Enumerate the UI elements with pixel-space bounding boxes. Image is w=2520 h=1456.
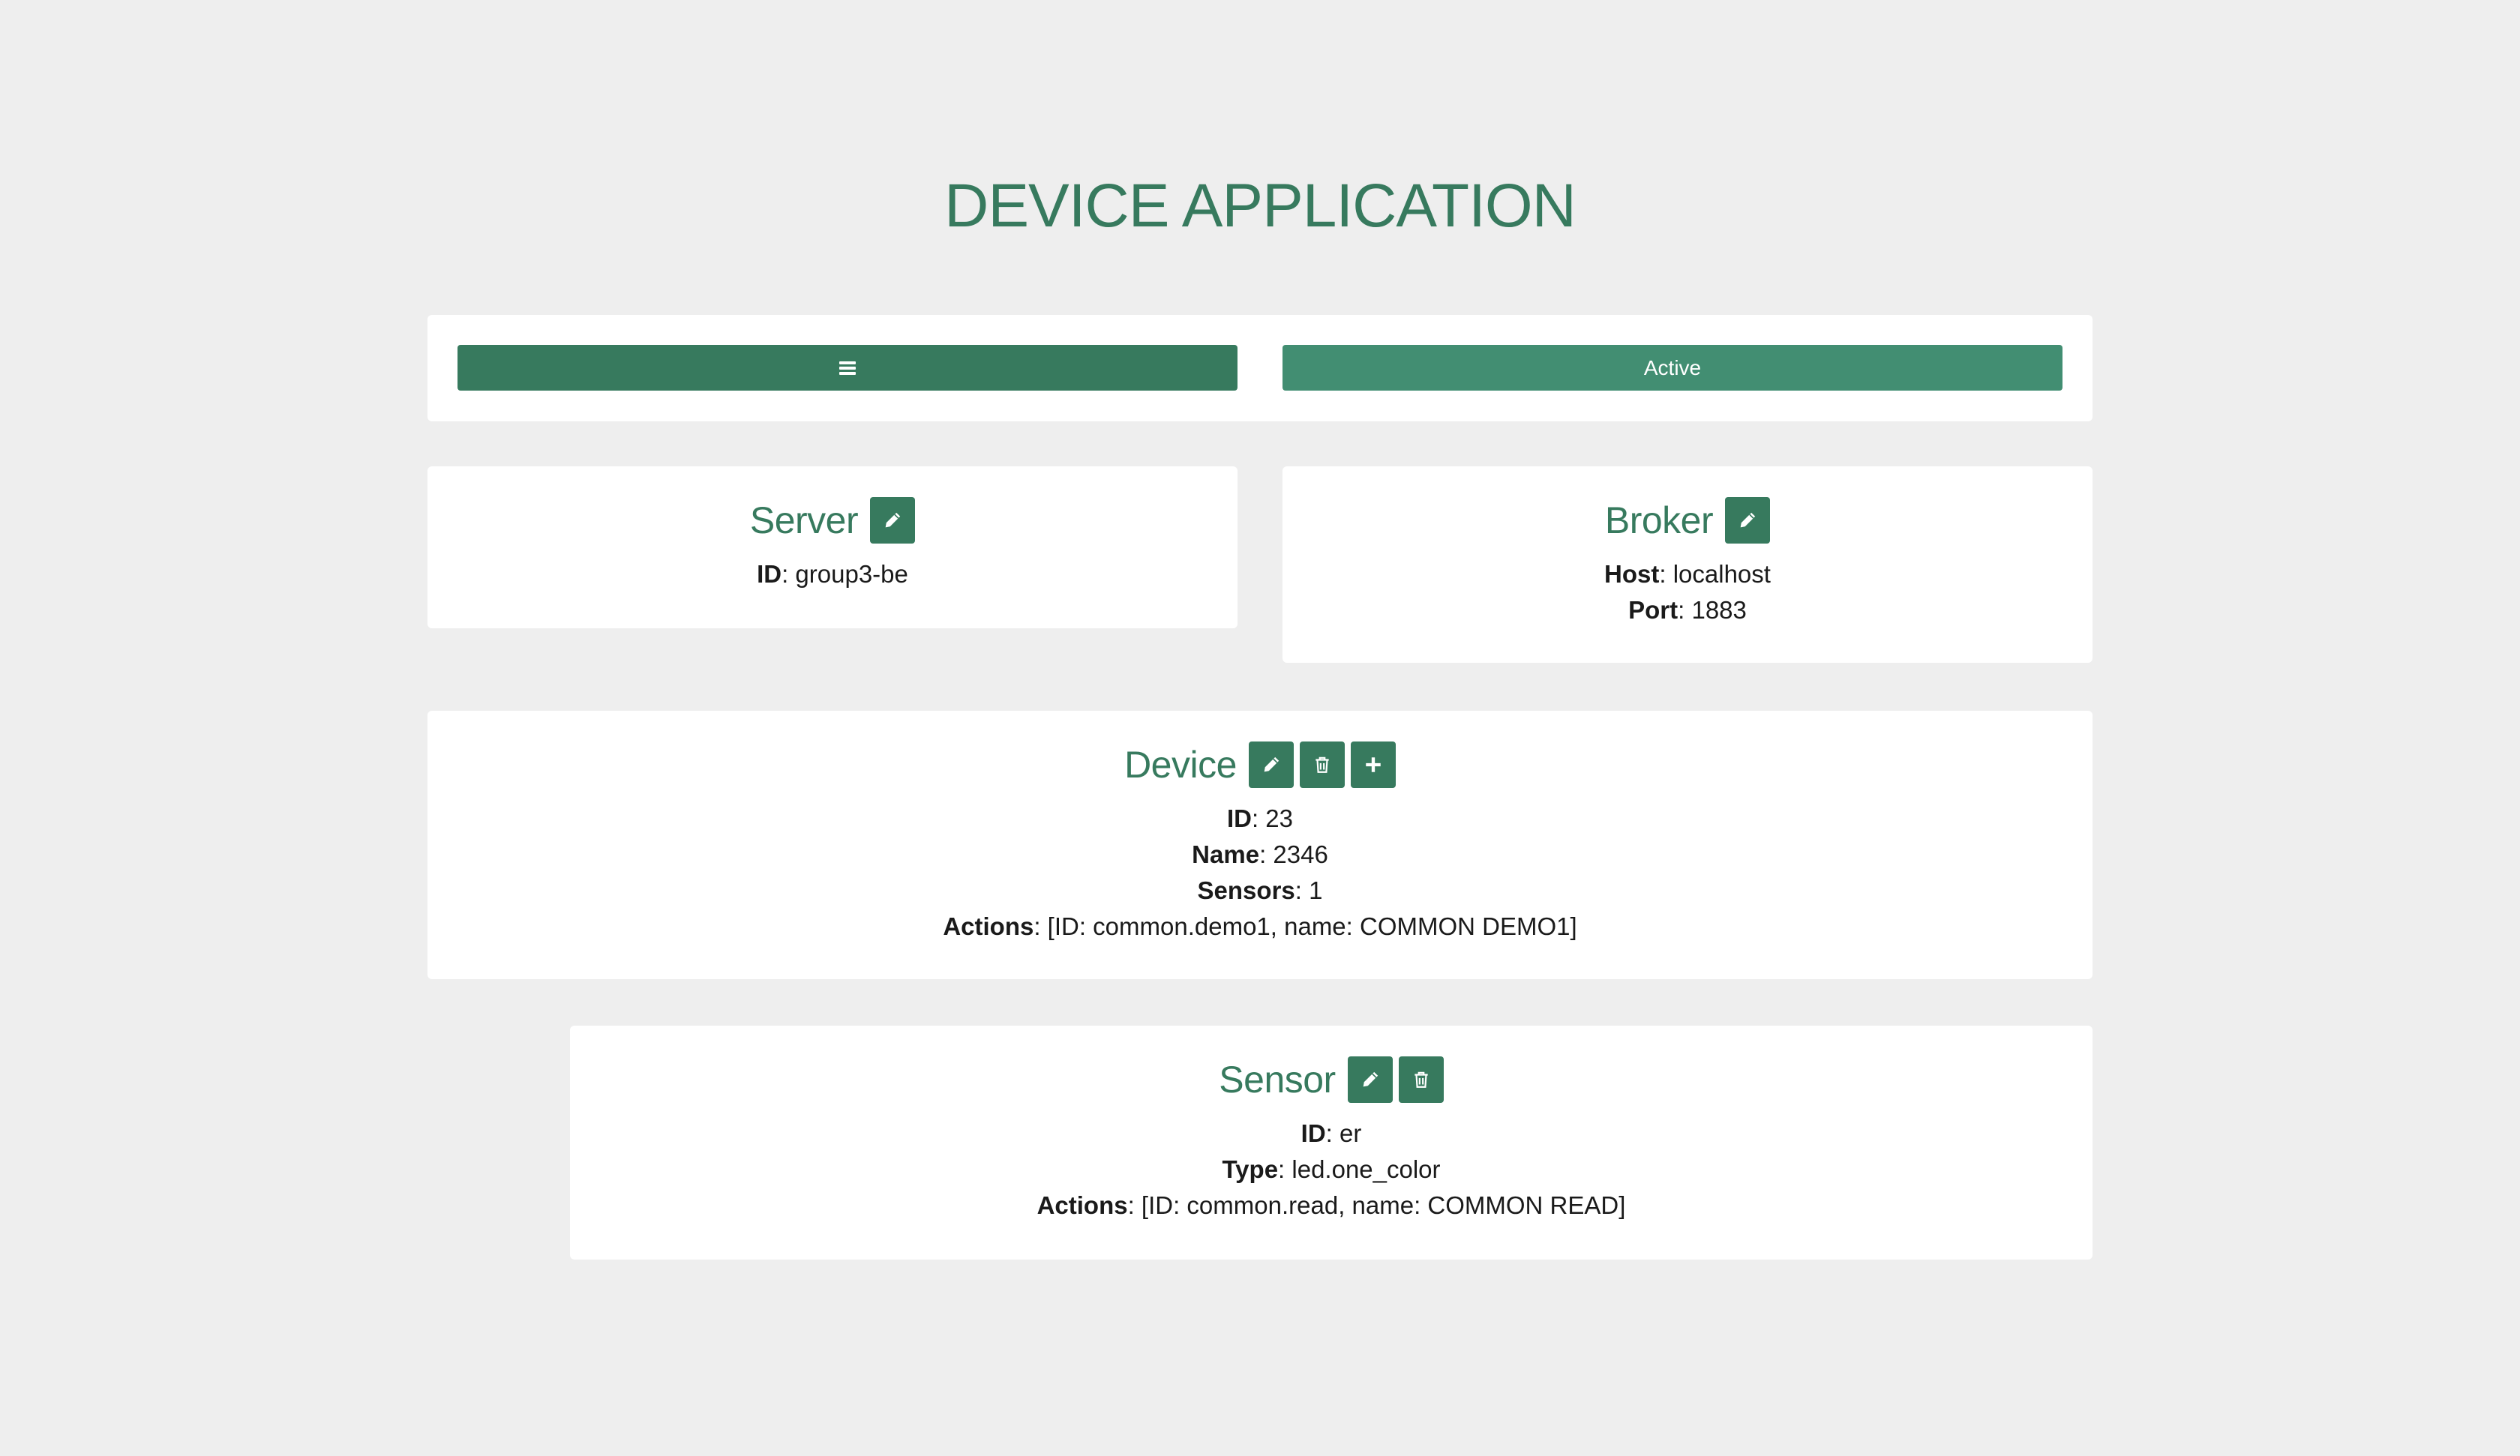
trash-icon [1414,1071,1428,1088]
server-card: Server ID: group3-be [428,466,1238,628]
device-card: Device ID: 23 Name: 2346 Sensors: 1 Acti… [428,711,2092,979]
broker-card: Broker Host: localhost Port: 1883 [1282,466,2092,663]
sensor-card: Sensor ID: er Type: led.one_color Action… [570,1026,2092,1260]
device-info: ID: 23 Name: 2346 Sensors: 1 Actions: [I… [428,801,2092,945]
hamburger-icon [839,361,856,375]
pencil-icon [1740,512,1756,528]
device-id-line: ID: 23 [1226,804,1294,832]
sensor-title: Sensor [1219,1059,1336,1101]
broker-title: Broker [1604,499,1714,541]
plus-icon [1366,757,1381,772]
page-title: DEVICE APPLICATION [944,172,1576,240]
broker-port-line: Port: 1883 [1628,596,1747,624]
menu-button[interactable] [458,345,1238,391]
server-info: ID: group3-be [428,556,1238,592]
device-name-line: Name: 2346 [1192,840,1328,868]
edit-server-button[interactable] [870,497,916,544]
delete-device-button[interactable] [1299,741,1345,788]
broker-info: Host: localhost Port: 1883 [1282,556,2092,628]
sensor-info: ID: er Type: led.one_color Actions: [ID:… [570,1116,2092,1224]
trash-icon [1316,756,1329,773]
device-sensors-line: Sensors: 1 [1197,876,1323,904]
device-actions-line: Actions: [ID: common.demo1, name: COMMON… [943,912,1577,940]
server-title: Server [749,499,859,541]
device-header: Device [428,741,2092,789]
sensor-actions-line: Actions: [ID: common.read, name: COMMON … [1036,1191,1626,1219]
device-title: Device [1124,744,1237,786]
server-id-line: ID: group3-be [757,560,908,588]
broker-host-line: Host: localhost [1604,560,1771,588]
add-sensor-button[interactable] [1350,741,1396,788]
pencil-icon [1264,756,1280,772]
edit-broker-button[interactable] [1725,497,1771,544]
pencil-icon [885,512,901,528]
sensor-type-line: Type: led.one_color [1222,1155,1441,1183]
edit-device-button[interactable] [1248,741,1294,788]
server-header: Server [428,496,1238,544]
sensor-header: Sensor [570,1056,2092,1104]
toolbar-card: Active [428,315,2092,421]
broker-header: Broker [1282,496,2092,544]
edit-sensor-button[interactable] [1347,1056,1393,1103]
delete-sensor-button[interactable] [1398,1056,1444,1103]
active-button[interactable]: Active [1282,345,2062,391]
pencil-icon [1363,1071,1378,1087]
sensor-id-line: ID: er [1300,1119,1362,1147]
